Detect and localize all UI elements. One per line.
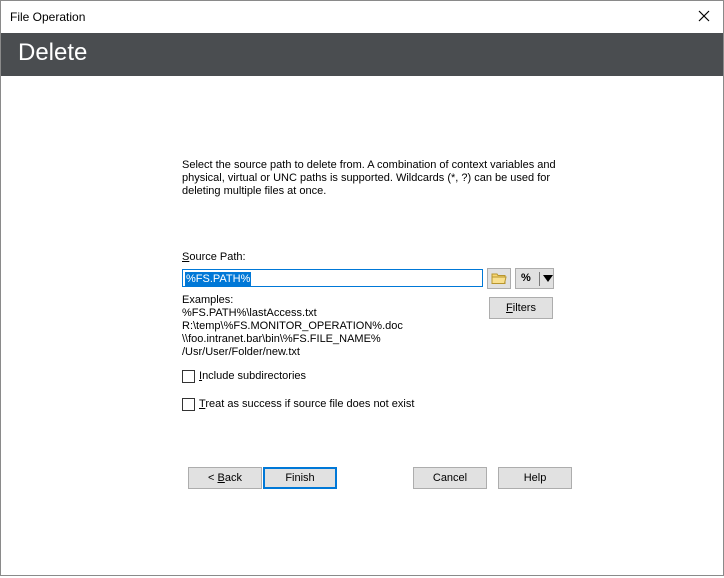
- treat-as-success-checkbox[interactable]: [182, 398, 195, 411]
- page-header: Delete: [1, 33, 723, 76]
- filters-button[interactable]: Filters: [489, 297, 553, 319]
- insert-variable-label: %: [521, 272, 531, 284]
- examples-title: Examples:: [182, 294, 234, 306]
- include-subdirectories-rest: nclude subdirectories: [202, 370, 307, 382]
- help-button[interactable]: Help: [498, 467, 572, 489]
- examples-block: Examples: %FS.PATH%\lastAccess.txt R:\te…: [182, 294, 403, 359]
- description-text: Select the source path to delete from. A…: [182, 159, 556, 197]
- example-line: /Usr/User/Folder/new.txt: [182, 346, 300, 358]
- example-line: %FS.PATH%\lastAccess.txt: [182, 307, 317, 319]
- finish-button[interactable]: Finish: [263, 467, 337, 489]
- source-path-input[interactable]: %FS.PATH%: [182, 269, 483, 287]
- filters-mnemonic: F: [506, 302, 513, 314]
- close-icon[interactable]: [693, 5, 715, 27]
- insert-variable-button[interactable]: %: [515, 268, 554, 289]
- example-line: \\foo.intranet.bar\bin\%FS.FILE_NAME%: [182, 333, 381, 345]
- back-mnemonic: B: [217, 472, 225, 484]
- folder-icon: [491, 273, 507, 284]
- treat-as-success-rest: reat as success if source file does not …: [205, 398, 415, 410]
- back-rest: ack: [224, 472, 242, 484]
- example-line: R:\temp\%FS.MONITOR_OPERATION%.doc: [182, 320, 403, 332]
- split-separator: [539, 272, 540, 286]
- file-operation-dialog: File Operation Delete Select the source …: [0, 0, 724, 576]
- page-title: Delete: [18, 39, 88, 66]
- back-button[interactable]: < Back: [188, 467, 262, 489]
- include-subdirectories-label[interactable]: Include subdirectories: [199, 370, 306, 382]
- cancel-button[interactable]: Cancel: [413, 467, 487, 489]
- source-path-label: Source Path:: [182, 251, 246, 263]
- title-bar: File Operation: [1, 1, 723, 33]
- include-subdirectories-checkbox[interactable]: [182, 370, 195, 383]
- chevron-down-icon[interactable]: [543, 275, 553, 282]
- source-path-label-rest: ource Path:: [189, 251, 246, 263]
- window-title: File Operation: [10, 10, 86, 24]
- treat-as-success-label[interactable]: Treat as success if source file does not…: [199, 398, 414, 410]
- source-path-value: %FS.PATH%: [185, 272, 252, 286]
- filters-rest: ilters: [512, 302, 536, 314]
- browse-folder-button[interactable]: [487, 268, 511, 289]
- back-prefix: <: [208, 472, 218, 484]
